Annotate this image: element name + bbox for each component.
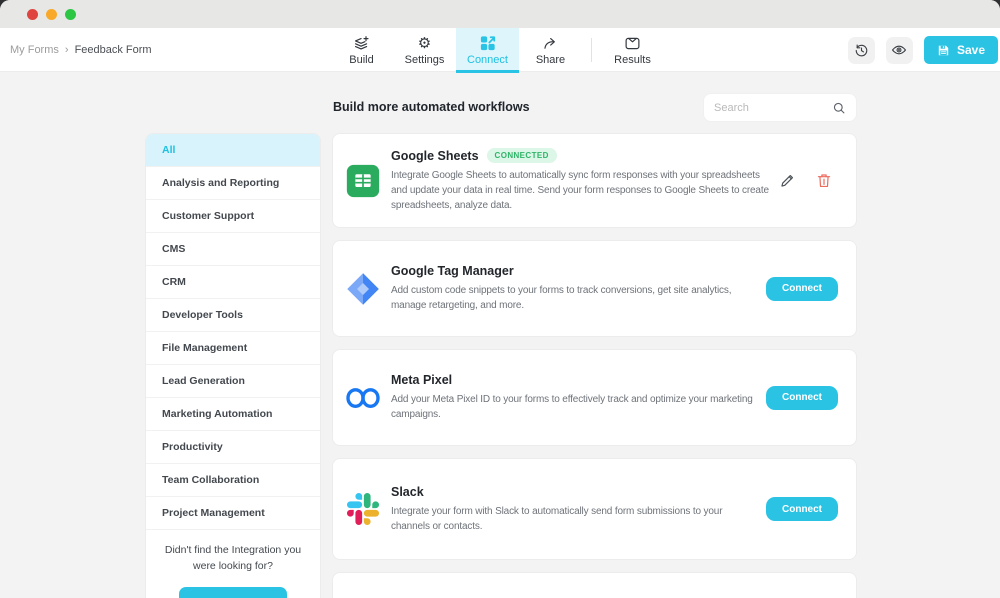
gear-icon: ⚙ bbox=[418, 35, 431, 52]
tab-build-label: Build bbox=[349, 54, 373, 66]
connect-google-tag-manager-button[interactable]: Connect bbox=[766, 277, 838, 301]
minimize-window-button[interactable] bbox=[46, 9, 57, 20]
integration-card-meta-pixel: Meta Pixel Add your Meta Pixel ID to you… bbox=[332, 349, 857, 446]
integration-name: Meta Pixel bbox=[391, 373, 452, 387]
tab-share[interactable]: Share bbox=[519, 28, 582, 72]
search-box bbox=[703, 93, 857, 122]
sidebar-item-file-management[interactable]: File Management bbox=[146, 332, 320, 365]
tab-connect[interactable]: Connect bbox=[456, 28, 519, 72]
sidebar-item-project-management[interactable]: Project Management bbox=[146, 497, 320, 530]
sidebar-item-crm[interactable]: CRM bbox=[146, 266, 320, 299]
tab-settings-label: Settings bbox=[405, 54, 445, 66]
integration-card-google-tag-manager: Google Tag Manager Add custom code snipp… bbox=[332, 240, 857, 337]
delete-integration-button[interactable] bbox=[816, 172, 832, 189]
sidebar-item-analysis-and-reporting[interactable]: Analysis and Reporting bbox=[146, 167, 320, 200]
connect-slack-button[interactable]: Connect bbox=[766, 497, 838, 521]
integration-description: Integrate your form with Slack to automa… bbox=[391, 504, 758, 534]
meta-pixel-icon bbox=[345, 380, 381, 416]
connect-icon bbox=[480, 35, 496, 52]
integration-card-partial bbox=[332, 572, 857, 598]
save-button-label: Save bbox=[957, 43, 985, 57]
card-actions bbox=[779, 172, 838, 189]
tab-results-label: Results bbox=[614, 54, 651, 66]
tab-results[interactable]: Results bbox=[601, 28, 664, 72]
window-titlebar bbox=[0, 0, 1000, 28]
integration-description: Integrate Google Sheets to automatically… bbox=[391, 168, 771, 213]
integration-card-slack: Slack Integrate your form with Slack to … bbox=[332, 458, 857, 560]
sidebar-item-developer-tools[interactable]: Developer Tools bbox=[146, 299, 320, 332]
breadcrumb-separator: › bbox=[65, 44, 69, 56]
tab-settings[interactable]: ⚙ Settings bbox=[393, 28, 456, 72]
sidebar-item-marketing-automation[interactable]: Marketing Automation bbox=[146, 398, 320, 431]
category-sidebar: All Analysis and Reporting Customer Supp… bbox=[145, 133, 321, 598]
share-icon bbox=[542, 35, 559, 52]
sidebar-item-cms[interactable]: CMS bbox=[146, 233, 320, 266]
sidebar-item-lead-generation[interactable]: Lead Generation bbox=[146, 365, 320, 398]
floppy-disk-icon bbox=[937, 44, 950, 57]
edit-integration-button[interactable] bbox=[779, 172, 796, 189]
app-window: My Forms › Feedback Form Build ⚙ Setting… bbox=[0, 0, 1000, 598]
save-button[interactable]: Save bbox=[924, 36, 998, 64]
tab-divider bbox=[591, 38, 592, 62]
preview-button[interactable] bbox=[886, 37, 913, 64]
history-icon bbox=[854, 43, 869, 58]
sidebar-item-all[interactable]: All bbox=[146, 134, 320, 167]
google-tag-manager-icon bbox=[345, 271, 381, 307]
integration-description: Add your Meta Pixel ID to your forms to … bbox=[391, 392, 758, 422]
eye-icon bbox=[891, 42, 907, 58]
card-info: Slack Integrate your form with Slack to … bbox=[391, 485, 766, 534]
trash-icon bbox=[816, 172, 832, 189]
tab-share-label: Share bbox=[536, 54, 565, 66]
sidebar-item-productivity[interactable]: Productivity bbox=[146, 431, 320, 464]
build-icon bbox=[353, 35, 370, 52]
integration-name: Google Tag Manager bbox=[391, 264, 514, 278]
results-icon bbox=[624, 35, 641, 52]
card-info: Google Sheets CONNECTED Integrate Google… bbox=[391, 148, 779, 213]
main-tabs: Build ⚙ Settings Connect bbox=[330, 28, 664, 72]
connect-meta-pixel-button[interactable]: Connect bbox=[766, 386, 838, 410]
connected-badge: CONNECTED bbox=[487, 148, 557, 163]
tab-build[interactable]: Build bbox=[330, 28, 393, 72]
tab-connect-label: Connect bbox=[467, 54, 508, 66]
slack-icon bbox=[345, 491, 381, 527]
sidebar-item-team-collaboration[interactable]: Team Collaboration bbox=[146, 464, 320, 497]
breadcrumb-my-forms[interactable]: My Forms bbox=[10, 44, 59, 56]
header-actions: Save bbox=[848, 28, 998, 72]
zoom-window-button[interactable] bbox=[65, 9, 76, 20]
search-icon[interactable] bbox=[832, 101, 846, 115]
sidebar-item-customer-support[interactable]: Customer Support bbox=[146, 200, 320, 233]
breadcrumb: My Forms › Feedback Form bbox=[10, 28, 152, 72]
history-button[interactable] bbox=[848, 37, 875, 64]
card-info: Meta Pixel Add your Meta Pixel ID to you… bbox=[391, 373, 766, 422]
integration-description: Add custom code snippets to your forms t… bbox=[391, 283, 758, 313]
pencil-icon bbox=[779, 172, 796, 189]
google-sheets-icon bbox=[345, 163, 381, 199]
page-title: Build more automated workflows bbox=[333, 100, 530, 114]
app-header: My Forms › Feedback Form Build ⚙ Setting… bbox=[0, 28, 1000, 72]
sidebar-footer-text: Didn't find the Integration you were loo… bbox=[146, 530, 320, 575]
search-input[interactable] bbox=[714, 102, 832, 114]
let-us-know-button[interactable]: LET US KNOW bbox=[179, 587, 287, 598]
integration-card-google-sheets: Google Sheets CONNECTED Integrate Google… bbox=[332, 133, 857, 228]
breadcrumb-form-name: Feedback Form bbox=[75, 44, 152, 56]
integration-name: Google Sheets bbox=[391, 149, 479, 163]
close-window-button[interactable] bbox=[27, 9, 38, 20]
card-info: Google Tag Manager Add custom code snipp… bbox=[391, 264, 766, 313]
integration-name: Slack bbox=[391, 485, 424, 499]
